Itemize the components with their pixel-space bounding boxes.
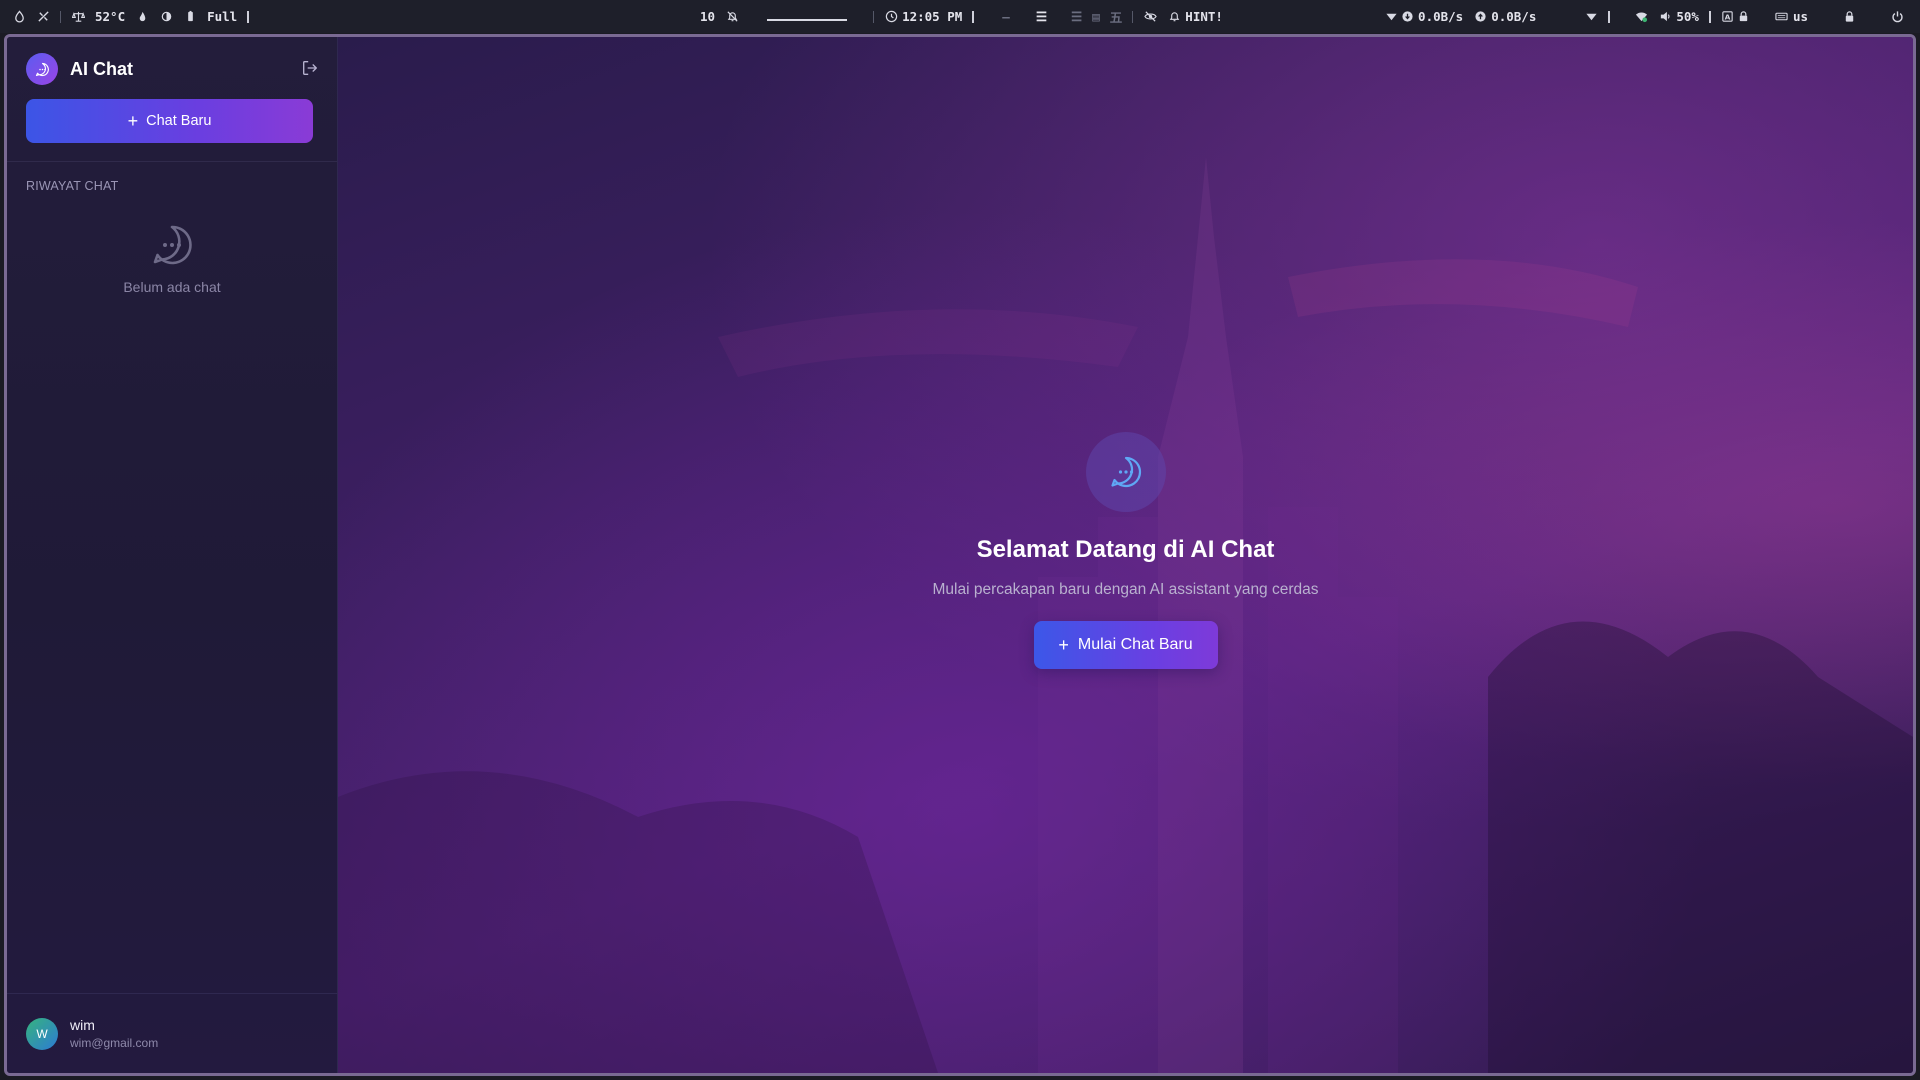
app-title: AI Chat [70,58,133,79]
start-new-chat-label: Mulai Chat Baru [1077,636,1193,653]
lock-icon[interactable] [1842,10,1856,24]
chat-bubble-icon [1110,456,1141,488]
main-area: Selamat Datang di AI Chat Mulai percakap… [338,37,1913,1073]
caps-lock-icon: A [1721,10,1735,24]
clock-icon [884,10,898,24]
brightness-icon[interactable] [159,10,173,24]
layout-tile-1-icon[interactable]: — [1002,9,1010,24]
keyboard-layout[interactable]: us [1793,9,1808,24]
volume-level[interactable]: 50% [1676,9,1699,24]
separator [247,10,250,23]
start-new-chat-button[interactable]: + Mulai Chat Baru [1033,621,1218,669]
eye-off-icon[interactable] [1143,10,1157,24]
welcome-subtitle: Mulai percakapan baru dengan AI assistan… [932,581,1319,598]
network-down-icon [1384,10,1398,24]
separator [1608,10,1611,23]
logout-icon [303,61,317,75]
layout-tile-3-icon[interactable]: ☰ [1071,9,1082,24]
user-info: wim wim@gmail.com [70,1017,158,1050]
bell-off-icon[interactable] [725,10,739,24]
chat-bubble-icon [153,225,192,265]
temperature-readout: 52°C [95,9,126,24]
app-window: AI Chat + Chat Baru RIWAYAT CHAT Belum a… [4,34,1916,1076]
download-icon [1400,10,1414,24]
separator [873,10,875,23]
brand: AI Chat [26,53,318,85]
new-chat-button[interactable]: + Chat Baru [26,99,313,143]
battery-icon [183,10,197,24]
welcome-panel: Selamat Datang di AI Chat Mulai percakap… [338,432,1913,669]
window-title-placeholder [767,13,848,21]
new-chat-label: Chat Baru [146,113,212,129]
keyboard-icon[interactable] [1775,10,1789,24]
separator [1132,10,1134,23]
topbar-center: 10 12:05 PM — ☰ ☰ ▤ 五 HINT! [700,0,1223,33]
welcome-icon-circle [1085,432,1166,512]
sidebar-header: AI Chat + Chat Baru [7,37,337,162]
power-icon[interactable] [1890,10,1904,24]
droplet-icon[interactable] [12,10,26,24]
svg-text:A: A [1725,12,1731,21]
workspace-number[interactable]: 10 [700,9,715,24]
plus-icon: + [127,111,139,131]
hint-text[interactable]: HINT! [1185,9,1223,24]
wifi-icon[interactable] [1634,10,1648,24]
topbar-left: 52°C Full [12,0,250,33]
cpu-icon[interactable] [36,10,50,24]
layout-tile-2-icon[interactable]: ☰ [1036,9,1047,24]
user-email: wim@gmail.com [70,1036,159,1050]
avatar: W [26,1017,58,1050]
layout-tile-4-icon[interactable]: ▤ [1092,9,1100,24]
system-top-bar: 52°C Full 10 12:05 PM — ☰ ☰ ▤ 五 HINT! 0.… [0,0,1920,33]
wifi-signal-icon[interactable] [1584,10,1598,24]
logout-button[interactable] [299,57,321,79]
empty-history: Belum ada chat [7,223,337,295]
clock-time[interactable]: 12:05 PM [902,9,962,24]
plus-icon: + [1058,635,1069,655]
upload-icon [1473,10,1487,24]
user-profile[interactable]: W wim wim@gmail.com [7,993,337,1073]
welcome-title: Selamat Datang di AI Chat [976,536,1275,563]
separator [1708,10,1711,23]
bell-icon[interactable] [1167,10,1181,24]
network-down-rate: 0.0B/s [1418,9,1464,24]
chat-bubble-icon [26,53,58,85]
app-root: AI Chat + Chat Baru RIWAYAT CHAT Belum a… [7,37,1913,1073]
sidebar: AI Chat + Chat Baru RIWAYAT CHAT Belum a… [7,37,338,1073]
chat-history-heading: RIWAYAT CHAT [26,179,119,193]
num-lock-icon [1737,10,1751,24]
empty-history-text: Belum ada chat [123,279,221,295]
network-up-rate: 0.0B/s [1491,9,1537,24]
volume-icon[interactable] [1658,10,1672,24]
scale-icon[interactable] [71,10,85,24]
user-name: wim [70,1017,95,1033]
separator [972,10,975,23]
separator [60,10,61,23]
layout-tile-5-icon[interactable]: 五 [1110,7,1123,26]
topbar-right: 0.0B/s 0.0B/s 50% A us [1384,0,1904,33]
flame-icon [135,10,149,24]
battery-status: Full [207,9,238,24]
